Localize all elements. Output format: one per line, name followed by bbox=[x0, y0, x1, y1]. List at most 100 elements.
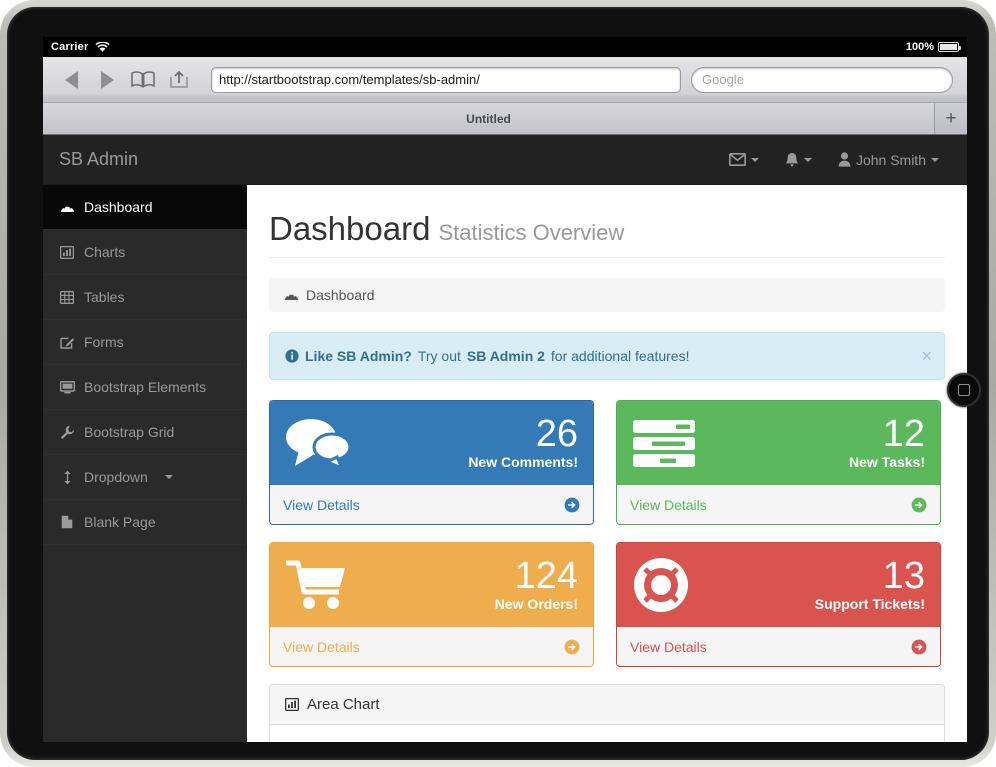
circle-arrow-right-icon bbox=[911, 639, 927, 655]
view-details-label: View Details bbox=[283, 496, 360, 513]
sidebar-item-label: Charts bbox=[84, 244, 126, 260]
sidebar-item-dropdown[interactable]: Dropdown bbox=[43, 455, 247, 500]
shopping-cart-icon bbox=[285, 559, 355, 611]
panel-figures: 124 New Orders! bbox=[355, 557, 578, 612]
search-input[interactable]: Google bbox=[691, 66, 953, 93]
home-button[interactable] bbox=[947, 373, 981, 407]
panel-body: 12 New Tasks! bbox=[617, 401, 940, 485]
browser-tab-title: Untitled bbox=[466, 111, 511, 126]
file-icon bbox=[59, 515, 75, 529]
url-text: http://startbootstrap.com/templates/sb-a… bbox=[219, 72, 480, 87]
ipad-device-frame: Carrier 100% http://startbootstrap.com/t… bbox=[0, 0, 996, 767]
view-details-label: View Details bbox=[283, 638, 360, 655]
sidebar-item-label: Tables bbox=[84, 289, 125, 305]
sidebar-item-bootstrap-elements[interactable]: Bootstrap Elements bbox=[43, 365, 247, 410]
browser-chrome: http://startbootstrap.com/templates/sb-a… bbox=[43, 57, 967, 135]
alert-product-link[interactable]: SB Admin 2 bbox=[467, 348, 545, 364]
share-icon[interactable] bbox=[161, 65, 197, 95]
user-name: John Smith bbox=[855, 151, 926, 168]
alert-lead: Like SB Admin? bbox=[305, 348, 412, 364]
edit-icon bbox=[59, 336, 75, 349]
panel-new-orders: 124 New Orders! View Details bbox=[269, 542, 594, 667]
bar-chart-icon bbox=[285, 698, 299, 711]
messages-dropdown[interactable] bbox=[716, 135, 772, 185]
panel-count: 12 bbox=[882, 413, 925, 455]
panel-support-tickets: 13 Support Tickets! View Details bbox=[616, 542, 941, 667]
sidebar-item-label: Bootstrap Elements bbox=[84, 379, 207, 395]
area-chart-title: Area Chart bbox=[307, 696, 380, 713]
area-chart-panel: Area Chart bbox=[269, 684, 945, 742]
sidebar-item-tables[interactable]: Tables bbox=[43, 275, 247, 320]
page-title: Dashboard Statistics Overview bbox=[269, 210, 945, 258]
user-icon bbox=[838, 152, 851, 167]
navbar-right-group: John Smith bbox=[716, 135, 952, 185]
sidebar-item-label: Blank Page bbox=[84, 514, 156, 530]
alert-text-before: Try out bbox=[417, 348, 461, 364]
sidebar-item-charts[interactable]: Charts bbox=[43, 230, 247, 275]
table-icon bbox=[59, 290, 75, 304]
panel-caption: Support Tickets! bbox=[814, 596, 925, 612]
panel-new-comments: 26 New Comments! View Details bbox=[269, 400, 594, 525]
info-alert: Like SB Admin? Try out SB Admin 2 for ad… bbox=[269, 332, 945, 380]
page-body: Dashboard Charts Tables Forms Bootstrap … bbox=[43, 185, 967, 742]
panel-footer[interactable]: View Details bbox=[270, 485, 593, 524]
main-content: Dashboard Statistics Overview Dashboard … bbox=[247, 185, 967, 742]
panel-new-tasks: 12 New Tasks! View Details bbox=[616, 400, 941, 525]
comments-icon bbox=[285, 417, 355, 469]
circle-arrow-right-icon bbox=[564, 639, 580, 655]
web-page: SB Admin John Smith Dashboard Charts Tab… bbox=[43, 135, 967, 742]
browser-toolbar: http://startbootstrap.com/templates/sb-a… bbox=[43, 57, 967, 102]
book-icon[interactable] bbox=[125, 65, 161, 95]
forward-arrow-icon[interactable] bbox=[89, 65, 125, 95]
info-circle-icon bbox=[285, 349, 299, 363]
home-square-icon bbox=[958, 384, 970, 396]
sidebar-item-dashboard[interactable]: Dashboard bbox=[43, 185, 247, 230]
panel-caption: New Comments! bbox=[468, 454, 578, 470]
sidebar-item-bootstrap-grid[interactable]: Bootstrap Grid bbox=[43, 410, 247, 455]
plus-icon: + bbox=[945, 108, 957, 129]
new-tab-button[interactable]: + bbox=[935, 103, 967, 134]
chevron-down-icon bbox=[750, 157, 759, 162]
breadcrumb: Dashboard bbox=[269, 278, 945, 312]
sidebar-item-forms[interactable]: Forms bbox=[43, 320, 247, 365]
sidebar-item-blank-page[interactable]: Blank Page bbox=[43, 500, 247, 545]
search-placeholder: Google bbox=[702, 72, 744, 87]
battery-icon bbox=[938, 42, 961, 52]
sidebar-item-label: Bootstrap Grid bbox=[84, 424, 175, 440]
panel-footer[interactable]: View Details bbox=[617, 627, 940, 666]
user-dropdown[interactable]: John Smith bbox=[825, 135, 952, 185]
brand-title: SB Admin bbox=[59, 149, 139, 169]
area-chart-panel-header: Area Chart bbox=[270, 685, 944, 725]
chevron-down-icon bbox=[164, 475, 173, 479]
browser-tab-bar: Untitled + bbox=[43, 102, 967, 134]
dashboard-icon bbox=[59, 201, 75, 213]
tasks-icon bbox=[632, 417, 702, 469]
sidebar: Dashboard Charts Tables Forms Bootstrap … bbox=[43, 185, 247, 742]
chevron-down-icon bbox=[803, 157, 812, 162]
panel-count: 13 bbox=[882, 555, 925, 597]
device-screen: Carrier 100% http://startbootstrap.com/t… bbox=[43, 37, 967, 742]
circle-arrow-right-icon bbox=[911, 497, 927, 513]
panel-figures: 26 New Comments! bbox=[355, 415, 578, 470]
url-input[interactable]: http://startbootstrap.com/templates/sb-a… bbox=[211, 66, 681, 93]
alerts-dropdown[interactable] bbox=[772, 135, 825, 185]
panel-footer[interactable]: View Details bbox=[270, 627, 593, 666]
dashboard-icon bbox=[284, 289, 299, 301]
circle-arrow-right-icon bbox=[564, 497, 580, 513]
panel-caption: New Orders! bbox=[494, 596, 578, 612]
top-navbar: SB Admin John Smith bbox=[43, 135, 967, 185]
view-details-label: View Details bbox=[630, 496, 707, 513]
close-icon[interactable]: × bbox=[921, 347, 932, 365]
panel-figures: 13 Support Tickets! bbox=[702, 555, 925, 612]
ios-status-bar: Carrier 100% bbox=[43, 37, 967, 57]
page-title-main: Dashboard bbox=[269, 210, 431, 247]
back-arrow-icon[interactable] bbox=[53, 65, 89, 95]
desktop-icon bbox=[59, 380, 75, 394]
panel-figures: 12 New Tasks! bbox=[702, 413, 925, 470]
panel-footer[interactable]: View Details bbox=[617, 485, 940, 524]
carrier-label: Carrier bbox=[51, 41, 89, 53]
browser-tab[interactable]: Untitled bbox=[43, 103, 935, 134]
device-bezel: Carrier 100% http://startbootstrap.com/t… bbox=[7, 7, 989, 760]
alert-text-after: for additional features! bbox=[550, 348, 690, 364]
sidebar-item-label: Forms bbox=[84, 334, 124, 350]
